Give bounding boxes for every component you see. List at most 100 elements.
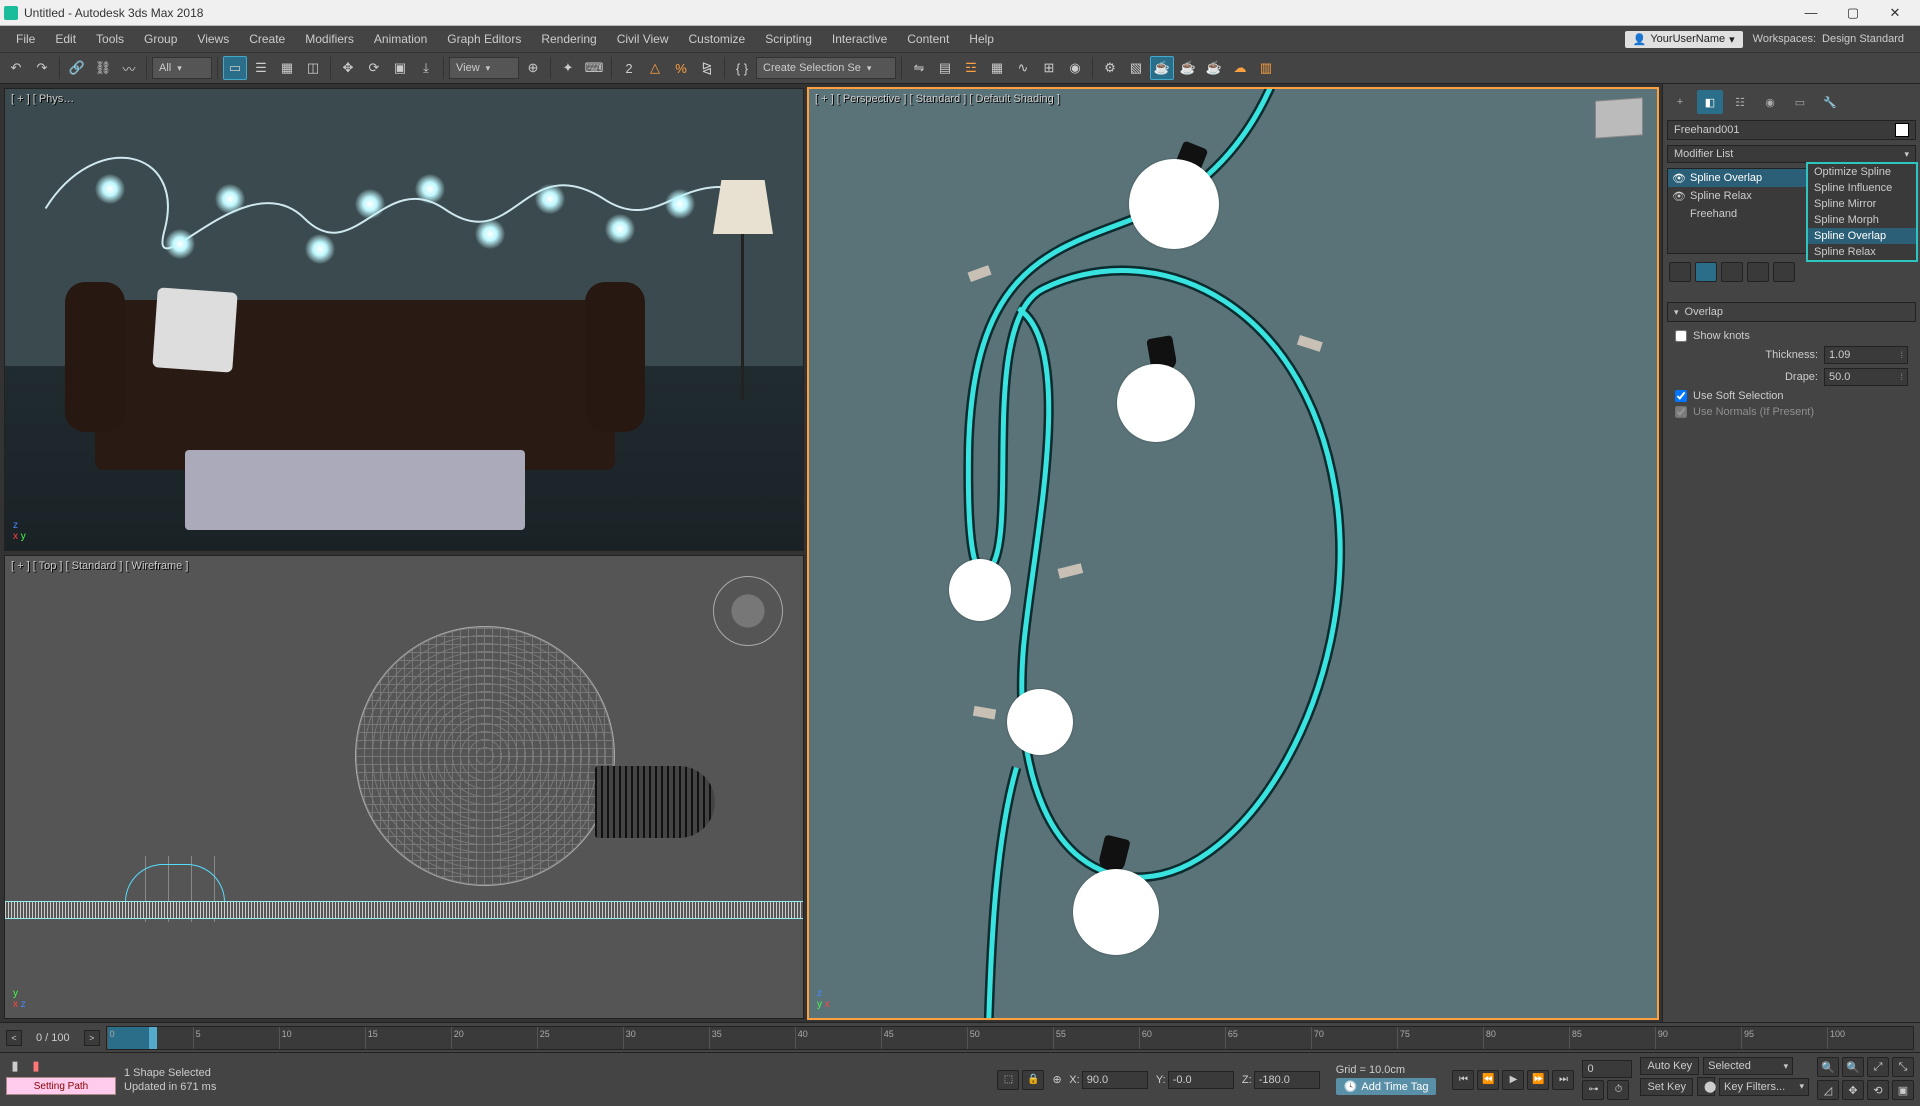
menu-help[interactable]: Help bbox=[959, 28, 1004, 50]
minimize-button[interactable]: — bbox=[1790, 1, 1832, 25]
viewport-perspective[interactable]: [ + ] [ Perspective ] [ Standard ] [ Def… bbox=[808, 88, 1658, 1019]
menu-civilview[interactable]: Civil View bbox=[607, 28, 679, 50]
undo-button[interactable]: ↶ bbox=[4, 56, 28, 80]
set-key-button[interactable]: Set Key bbox=[1640, 1078, 1693, 1096]
viewport-camera[interactable]: [ + ] [ Phys… zx bbox=[4, 88, 804, 551]
select-manipulate-button[interactable]: ✦ bbox=[556, 56, 580, 80]
select-place-button[interactable]: ⤓ bbox=[414, 56, 438, 80]
close-button[interactable]: ✕ bbox=[1874, 1, 1916, 25]
rollout-overlap-header[interactable]: Overlap bbox=[1667, 302, 1916, 322]
link-button[interactable]: 🔗 bbox=[65, 56, 89, 80]
auto-key-button[interactable]: Auto Key bbox=[1640, 1057, 1699, 1075]
zoom-extents-button[interactable]: ⤢ bbox=[1867, 1057, 1889, 1077]
time-config-button[interactable]: ⏱ bbox=[1607, 1080, 1629, 1100]
modopt-spline-relax[interactable]: Spline Relax bbox=[1808, 244, 1916, 260]
select-object-button[interactable]: ▭ bbox=[223, 56, 247, 80]
use-pivot-center-button[interactable]: ⊕ bbox=[521, 56, 545, 80]
curve-editor-button[interactable]: ∿ bbox=[1011, 56, 1035, 80]
pin-stack-button[interactable] bbox=[1669, 262, 1691, 282]
tab-create[interactable]: + bbox=[1667, 90, 1693, 114]
user-account[interactable]: 👤 YourUserName ▾ bbox=[1625, 31, 1743, 48]
tab-hierarchy[interactable]: ☷ bbox=[1727, 90, 1753, 114]
remove-modifier-button[interactable] bbox=[1747, 262, 1769, 282]
modopt-spline-overlap[interactable]: Spline Overlap bbox=[1808, 228, 1916, 244]
viewport-label-bl[interactable]: [ + ] [ Top ] [ Standard ] [ Wireframe ] bbox=[11, 560, 188, 572]
timeline-ruler[interactable]: 0 5 10 15 20 25 30 35 40 45 50 55 60 65 … bbox=[106, 1026, 1914, 1050]
menu-file[interactable]: File bbox=[6, 28, 45, 50]
menu-group[interactable]: Group bbox=[134, 28, 187, 50]
bind-spacewarp-button[interactable]: 〰 bbox=[117, 56, 141, 80]
configure-sets-button[interactable] bbox=[1773, 262, 1795, 282]
select-by-name-button[interactable]: ☰ bbox=[249, 56, 273, 80]
tab-motion[interactable]: ◉ bbox=[1757, 90, 1783, 114]
field-of-view-button[interactable]: ◿ bbox=[1817, 1080, 1839, 1100]
named-selection-dropdown[interactable]: Create Selection Se bbox=[756, 57, 896, 79]
menu-content[interactable]: Content bbox=[897, 28, 959, 50]
drape-spinner[interactable]: 50.0 bbox=[1824, 368, 1908, 386]
render-production-button[interactable]: ☕ bbox=[1150, 56, 1174, 80]
ref-coord-dropdown[interactable]: View bbox=[449, 57, 519, 79]
menu-interactive[interactable]: Interactive bbox=[822, 28, 897, 50]
keyboard-shortcut-button[interactable]: ⌨ bbox=[582, 56, 606, 80]
menu-scripting[interactable]: Scripting bbox=[755, 28, 822, 50]
maximize-button[interactable]: ▢ bbox=[1832, 1, 1874, 25]
tab-modify[interactable]: ◧ bbox=[1697, 90, 1723, 114]
open-a360-button[interactable]: ▥ bbox=[1254, 56, 1278, 80]
menu-customize[interactable]: Customize bbox=[679, 28, 756, 50]
tab-display[interactable]: ▭ bbox=[1787, 90, 1813, 114]
tab-utilities[interactable]: 🔧 bbox=[1817, 90, 1843, 114]
material-editor-button[interactable]: ◉ bbox=[1063, 56, 1087, 80]
snap-toggle-2d[interactable]: 2 bbox=[617, 56, 641, 80]
modopt-optimize-spline[interactable]: Optimize Spline bbox=[1808, 164, 1916, 180]
edit-named-sel-button[interactable]: { } bbox=[730, 56, 754, 80]
workspace-dropdown[interactable]: Design Standard bbox=[1822, 33, 1904, 45]
key-filters-dropdown[interactable]: Key Filters... bbox=[1719, 1078, 1809, 1096]
menu-create[interactable]: Create bbox=[239, 28, 295, 50]
window-crossing-button[interactable]: ◫ bbox=[301, 56, 325, 80]
unlink-button[interactable]: ⛓ bbox=[91, 56, 115, 80]
selection-filter-dropdown[interactable]: All bbox=[152, 57, 212, 79]
render-online-button[interactable]: ☁ bbox=[1228, 56, 1252, 80]
menu-tools[interactable]: Tools bbox=[86, 28, 134, 50]
menu-animation[interactable]: Animation bbox=[364, 28, 437, 50]
eye-icon[interactable]: 👁 bbox=[1672, 190, 1684, 203]
render-setup-button[interactable]: ⚙ bbox=[1098, 56, 1122, 80]
snap-toggle-angle[interactable]: △ bbox=[643, 56, 667, 80]
menu-modifiers[interactable]: Modifiers bbox=[295, 28, 364, 50]
viewport-top[interactable]: [ + ] [ Top ] [ Standard ] [ Wireframe ]… bbox=[4, 555, 804, 1019]
menu-edit[interactable]: Edit bbox=[45, 28, 86, 50]
timeline-next-button[interactable]: > bbox=[84, 1030, 100, 1046]
render-activeshade-button[interactable]: ☕ bbox=[1202, 56, 1226, 80]
mirror-button[interactable]: ⇋ bbox=[907, 56, 931, 80]
timeline-prev-button[interactable]: < bbox=[6, 1030, 22, 1046]
object-name-field[interactable]: Freehand001 bbox=[1667, 120, 1916, 140]
menu-views[interactable]: Views bbox=[187, 28, 239, 50]
zoom-extents-all-button[interactable]: ⤡ bbox=[1892, 1057, 1914, 1077]
add-time-tag-button[interactable]: 🕓Add Time Tag bbox=[1336, 1078, 1437, 1095]
menu-rendering[interactable]: Rendering bbox=[531, 28, 606, 50]
eye-icon[interactable]: 👁 bbox=[1672, 172, 1684, 185]
key-mode-toggle[interactable]: ⊶ bbox=[1582, 1080, 1604, 1100]
pan-button[interactable]: ✥ bbox=[1842, 1080, 1864, 1100]
modopt-spline-influence[interactable]: Spline Influence bbox=[1808, 180, 1916, 196]
layer-explorer-button[interactable]: ☲ bbox=[959, 56, 983, 80]
menu-grapheditors[interactable]: Graph Editors bbox=[437, 28, 531, 50]
selected-dropdown[interactable]: Selected bbox=[1703, 1057, 1793, 1075]
max-toggle-button[interactable]: ▣ bbox=[1892, 1080, 1914, 1100]
rectangle-selection-button[interactable]: ▦ bbox=[275, 56, 299, 80]
align-button[interactable]: ▤ bbox=[933, 56, 957, 80]
current-frame-field[interactable]: 0 bbox=[1582, 1060, 1632, 1078]
maxscript-mini-listener-toggle[interactable]: ▮ bbox=[6, 1057, 24, 1075]
modopt-spline-mirror[interactable]: Spline Mirror bbox=[1808, 196, 1916, 212]
make-unique-button[interactable] bbox=[1721, 262, 1743, 282]
thickness-spinner[interactable]: 1.09 bbox=[1824, 346, 1908, 364]
select-rotate-button[interactable]: ⟳ bbox=[362, 56, 386, 80]
redo-button[interactable]: ↷ bbox=[30, 56, 54, 80]
show-knots-checkbox[interactable]: Show knots bbox=[1675, 330, 1908, 342]
rendered-frame-button[interactable]: ▧ bbox=[1124, 56, 1148, 80]
show-end-result-button[interactable] bbox=[1695, 262, 1717, 282]
modopt-spline-morph[interactable]: Spline Morph bbox=[1808, 212, 1916, 228]
modifier-list-dropdown[interactable]: Modifier List bbox=[1667, 145, 1916, 163]
viewcube[interactable] bbox=[1595, 97, 1643, 138]
select-move-button[interactable]: ✥ bbox=[336, 56, 360, 80]
